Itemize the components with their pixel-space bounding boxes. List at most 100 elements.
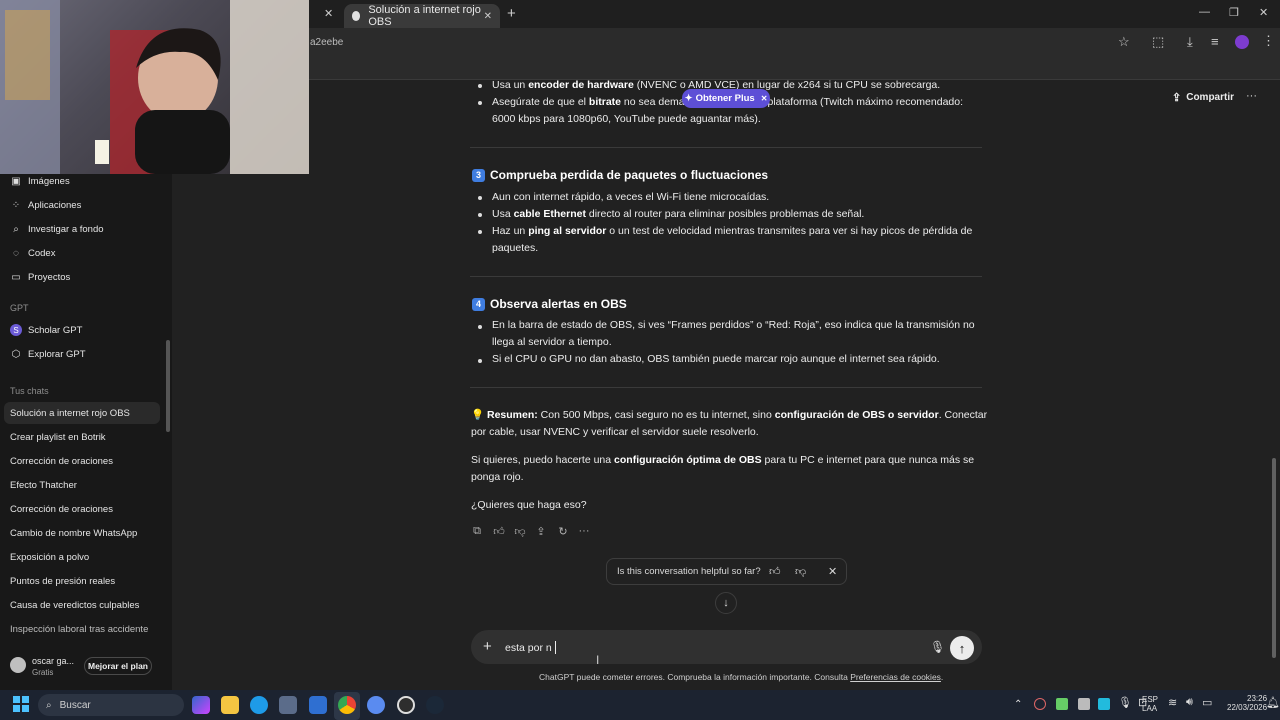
clock[interactable]: 23:26 22/03/2026: [1227, 694, 1267, 712]
text-caret: [555, 641, 556, 654]
more-actions-icon[interactable]: ···: [577, 524, 591, 538]
close-icon[interactable]: ✕: [828, 565, 837, 578]
bullet-dot: [478, 213, 482, 217]
chat-item[interactable]: Crear playlist en Botrik: [10, 432, 106, 443]
close-window-button[interactable]: ✕: [1259, 6, 1268, 19]
disclaimer: ChatGPT puede cometer errores. Comprueba…: [539, 672, 943, 682]
chrome-icon[interactable]: [338, 696, 356, 714]
get-plus-popup[interactable]: ✦ Obtener Plus ✕: [682, 89, 770, 108]
microphone-tray-icon[interactable]: 🎙︎: [1118, 696, 1132, 709]
file-explorer-icon[interactable]: [221, 696, 239, 714]
more-options-button[interactable]: ···: [1246, 90, 1257, 102]
time-text: 23:26: [1247, 694, 1268, 703]
thumbs-down-icon[interactable]: 👎︎: [795, 565, 806, 578]
chat-item[interactable]: Causa de veredictos culpables: [10, 600, 139, 611]
sidebar-item-label: Investigar a fondo: [28, 223, 104, 235]
paragraph-line: paquetes.: [492, 242, 539, 254]
gemini-icon[interactable]: [367, 696, 385, 714]
scroll-down-button[interactable]: ↓: [715, 592, 737, 614]
close-popup-icon[interactable]: ✕: [761, 94, 768, 103]
send-button[interactable]: ↑: [950, 636, 974, 660]
message-input[interactable]: esta por n: [505, 642, 552, 654]
bookmark-star-icon[interactable]: ☆: [1118, 34, 1130, 50]
summary-line: 💡 Resumen: Con 500 Mbps, casi seguro no …: [471, 407, 987, 424]
share-button[interactable]: ⇪ Compartir: [1172, 91, 1234, 104]
minimize-button[interactable]: —: [1199, 6, 1210, 18]
language-indicator[interactable]: ESP LAA: [1142, 695, 1158, 713]
steam-icon[interactable]: [426, 696, 444, 714]
sidebar-item-explore-gpt[interactable]: ⬡ Explorar GPT: [10, 343, 86, 365]
volume-icon[interactable]: 🔊︎: [1186, 696, 1193, 709]
upgrade-plan-button[interactable]: Mejorar el plan: [84, 657, 152, 675]
obs-icon[interactable]: [397, 696, 415, 714]
text-run: no sea demasiado alto para la plataforma…: [621, 96, 964, 108]
bold-text: Resumen:: [487, 409, 538, 421]
sidebar-item-projects[interactable]: ▭ Proyectos: [10, 266, 70, 288]
chat-item[interactable]: Corrección de oraciones: [10, 504, 113, 515]
thumbs-down-icon[interactable]: 👎︎: [513, 524, 527, 538]
question-line: ¿Quieres que haga eso?: [471, 499, 587, 511]
chat-item[interactable]: Puntos de presión reales: [10, 576, 115, 587]
taskbar-search[interactable]: ⌕ Buscar: [38, 694, 184, 716]
sidebar-item-label: Scholar GPT: [28, 324, 83, 336]
sidebar-item-apps[interactable]: ⁘ Aplicaciones: [10, 194, 82, 216]
new-tab-button[interactable]: +: [507, 5, 516, 22]
mail-icon[interactable]: [309, 696, 327, 714]
main-scrollbar[interactable]: [1272, 458, 1276, 658]
close-prev-tab-icon[interactable]: ✕: [324, 7, 333, 20]
sidebar-item-codex[interactable]: ◌ Codex: [10, 242, 55, 264]
restore-button[interactable]: ❐: [1229, 6, 1239, 19]
copy-icon[interactable]: ⧉: [470, 524, 484, 538]
store-icon[interactable]: [279, 696, 297, 714]
wifi-icon[interactable]: ≋: [1168, 696, 1177, 709]
chat-item[interactable]: Inspección laboral tras accidente: [10, 624, 148, 635]
tray-app-icon[interactable]: [1098, 698, 1110, 710]
microphone-icon[interactable]: 🎙︎: [930, 640, 945, 654]
attach-plus-button[interactable]: +: [483, 638, 492, 655]
section-heading: 3 Comprueba perdida de paquetes o fluctua…: [472, 168, 768, 182]
user-name[interactable]: oscar ga...: [32, 656, 74, 666]
copilot-icon[interactable]: [192, 696, 210, 714]
edge-icon[interactable]: [250, 696, 268, 714]
bold-text: encoder de hardware: [528, 79, 634, 91]
tray-expand-icon[interactable]: ⌃: [1014, 699, 1022, 710]
battery-icon[interactable]: ▭: [1202, 696, 1212, 709]
tray-app-icon[interactable]: [1034, 698, 1046, 710]
chat-item[interactable]: Solución a internet rojo OBS: [10, 408, 130, 419]
chat-item[interactable]: Efecto Thatcher: [10, 480, 77, 491]
notifications-icon[interactable]: 🔔︎: [1266, 696, 1280, 709]
chats-section-heading: Tus chats: [10, 386, 49, 396]
profile-avatar[interactable]: [1235, 35, 1249, 49]
language-code: ESP: [1142, 695, 1159, 704]
nvidia-tray-icon[interactable]: [1056, 698, 1068, 710]
paragraph-line: Usa cable Ethernet directo al router par…: [492, 206, 864, 223]
thumbs-up-icon[interactable]: 👍︎: [492, 524, 506, 538]
tray-app-icon[interactable]: [1078, 698, 1090, 710]
media-icon[interactable]: ≡: [1211, 34, 1219, 49]
windows-start-icon[interactable]: [13, 696, 29, 712]
get-plus-label: Obtener Plus: [695, 93, 755, 104]
sidebar-item-research[interactable]: ⌕ Investigar a fondo: [10, 218, 104, 240]
chat-item[interactable]: Corrección de oraciones: [10, 456, 113, 467]
chat-item[interactable]: Exposición a polvo: [10, 552, 89, 563]
share-message-icon[interactable]: ⇪: [534, 524, 548, 538]
sidebar-item-scholar-gpt[interactable]: S Scholar GPT: [10, 319, 82, 341]
sidebar-scrollbar[interactable]: [166, 340, 170, 432]
thumbs-up-icon[interactable]: 👍︎: [769, 565, 781, 578]
url-text[interactable]: a2eebe: [310, 37, 343, 48]
bold-text: cable Ethernet: [513, 208, 586, 220]
close-tab-icon[interactable]: ✕: [484, 11, 492, 22]
regenerate-icon[interactable]: ↻: [556, 524, 570, 538]
browser-menu-icon[interactable]: ⋮: [1262, 33, 1275, 49]
divider: [470, 387, 982, 388]
text-run: Asegúrate de que el: [492, 96, 589, 108]
download-icon[interactable]: ⤓: [1187, 34, 1193, 50]
avatar[interactable]: [10, 657, 26, 673]
extensions-icon[interactable]: ⬚: [1152, 34, 1164, 50]
tab-active[interactable]: Solución a internet rojo OBS ✕: [344, 4, 500, 28]
sidebar-item-label: Codex: [28, 247, 56, 259]
cookie-preferences-link[interactable]: Preferencias de cookies: [850, 672, 941, 682]
disclaimer-text: ChatGPT puede cometer errores. Comprueba…: [539, 672, 851, 682]
user-plan: Gratis: [32, 668, 54, 677]
chat-item[interactable]: Cambio de nombre WhatsApp: [10, 528, 137, 539]
